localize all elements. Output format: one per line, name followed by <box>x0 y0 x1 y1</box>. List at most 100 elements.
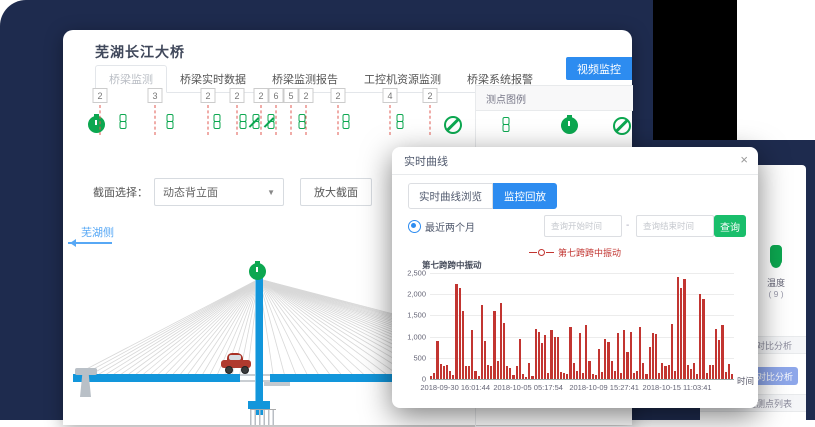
sensor-chain-icon[interactable] <box>119 114 128 130</box>
chart-bar <box>585 325 587 379</box>
chart-bar <box>569 327 571 379</box>
recent-two-months-label: 最近两个月 <box>425 219 475 234</box>
chart-bar <box>547 373 549 379</box>
bridge-tie <box>264 382 290 386</box>
chart-bar <box>620 373 622 379</box>
modal-tab-1[interactable]: 监控回放 <box>493 183 557 209</box>
chart-bar <box>658 373 660 379</box>
chart-bar <box>617 333 619 379</box>
sensor-chain-icon[interactable] <box>239 114 248 130</box>
sensor-chain-icon[interactable] <box>342 114 351 130</box>
close-icon[interactable]: × <box>740 153 748 167</box>
chart-bar <box>607 342 609 379</box>
query-button[interactable]: 查询 <box>714 215 746 237</box>
chart-bar <box>709 365 711 379</box>
chart-bar <box>645 374 647 379</box>
chart-bar <box>655 334 657 379</box>
sensor-count-badge: 2 <box>93 88 108 103</box>
chart-bar <box>652 333 654 379</box>
chart-x-tick-label: 2018-09-30 16:01:44 <box>420 383 490 392</box>
chart-bar <box>683 279 685 380</box>
temperature-legend-item[interactable]: 温度 ( 9 ) <box>752 245 800 299</box>
sensor-dash-line <box>208 105 209 135</box>
sensor-dash-line <box>291 105 292 135</box>
section-select-dropdown[interactable]: 动态背立面 ▼ <box>154 178 284 206</box>
sensor-count-badge: 2 <box>230 88 245 103</box>
bridge-pier-cap <box>248 401 270 409</box>
legend-panel-title: 测点图例 <box>476 86 633 111</box>
chart-bar <box>595 375 597 379</box>
bridge-pier <box>250 409 276 425</box>
realtime-curve-modal: 实时曲线 × 实时曲线浏览监控回放 最近两个月 - 查询 第七跨跨中振动 第七跨… <box>392 147 758 408</box>
modal-tab-group: 实时曲线浏览监控回放 <box>408 183 557 209</box>
chart-bar <box>538 332 540 380</box>
chart-bar <box>721 325 723 379</box>
chart-bar <box>680 288 682 379</box>
chart-bar <box>573 363 575 379</box>
sensor-clock-icon[interactable] <box>88 116 105 133</box>
compare-analysis-button[interactable]: 对比分析 <box>752 367 798 385</box>
sensor-chain-icon[interactable] <box>298 114 307 130</box>
video-monitor-button[interactable]: 视频监控 <box>566 57 632 80</box>
chart-bar <box>481 305 483 379</box>
page-background: 芜湖长江大桥 桥梁监测桥梁实时数据桥梁监测报告工控机资源监测桥梁系统报警 视频监… <box>0 0 815 420</box>
chart-x-axis-label: 时间 <box>737 375 754 387</box>
legend-no-entry-icon[interactable] <box>613 117 631 135</box>
chart-y-tick-label: 500 <box>396 353 426 362</box>
chart-bar <box>487 365 489 379</box>
section-select-bar: 截面选择： 动态背立面 ▼ 放大截面 <box>93 178 372 206</box>
sensor-chain-icon[interactable] <box>213 114 222 130</box>
modal-tab-0[interactable]: 实时曲线浏览 <box>408 183 493 209</box>
sensor-chain-icon[interactable] <box>166 114 175 130</box>
section-select-value: 动态背立面 <box>163 184 218 200</box>
recent-two-months-radio[interactable] <box>408 220 421 233</box>
query-end-time-input[interactable] <box>636 215 714 237</box>
chart-bar <box>449 371 451 379</box>
chart-bar <box>579 333 581 379</box>
chart-bar <box>474 371 476 380</box>
chart-bar <box>649 347 651 379</box>
chart-bar <box>544 335 546 380</box>
chart-bar <box>611 361 613 379</box>
chart-bar <box>484 341 486 379</box>
zoom-section-button[interactable]: 放大截面 <box>300 178 372 206</box>
chart-bar <box>598 349 600 380</box>
chart-gridline <box>430 315 734 316</box>
chart-bar <box>626 352 628 379</box>
page-title: 芜湖长江大桥 <box>95 42 185 62</box>
chart-bar <box>693 363 695 379</box>
bridge-tower <box>255 275 263 415</box>
legend-chain-icon[interactable] <box>502 117 511 133</box>
chart-bar <box>699 294 701 379</box>
thermometer-icon <box>770 245 782 265</box>
query-start-time-input[interactable] <box>544 215 622 237</box>
sensor-count-badge: 2 <box>201 88 216 103</box>
chart-bar <box>636 371 638 379</box>
chart-bar <box>550 330 552 379</box>
chart-bar <box>604 339 606 379</box>
chart-legend[interactable]: 第七跨跨中振动 <box>392 246 758 259</box>
legend-clock-icon[interactable] <box>561 117 578 134</box>
date-range-separator: - <box>626 220 629 231</box>
sensor-chain-icon[interactable] <box>396 114 405 130</box>
chart-bar <box>509 368 511 379</box>
car-illustration <box>221 353 251 374</box>
chart-bar <box>668 365 670 379</box>
chart-bar <box>715 329 717 379</box>
chart-bar <box>690 369 692 379</box>
chart-bar <box>712 365 714 379</box>
chevron-down-icon: ▼ <box>267 188 275 197</box>
chart-gridline <box>430 358 734 359</box>
chart-x-tick-label: 2018-10-09 15:27:41 <box>569 383 639 392</box>
sensor-dash-line <box>276 105 277 135</box>
chart-gridline <box>430 337 734 338</box>
chart-y-tick-label: 1,500 <box>396 311 426 320</box>
chart-bar <box>503 323 505 379</box>
chart-bar <box>563 373 565 379</box>
sensor-no-entry-icon[interactable] <box>444 116 462 134</box>
chart-bar <box>462 311 464 379</box>
chart-bar <box>728 364 730 379</box>
chart-bar <box>696 374 698 379</box>
tower-sensor-clock-icon[interactable] <box>249 263 266 280</box>
chart-bar <box>633 373 635 379</box>
